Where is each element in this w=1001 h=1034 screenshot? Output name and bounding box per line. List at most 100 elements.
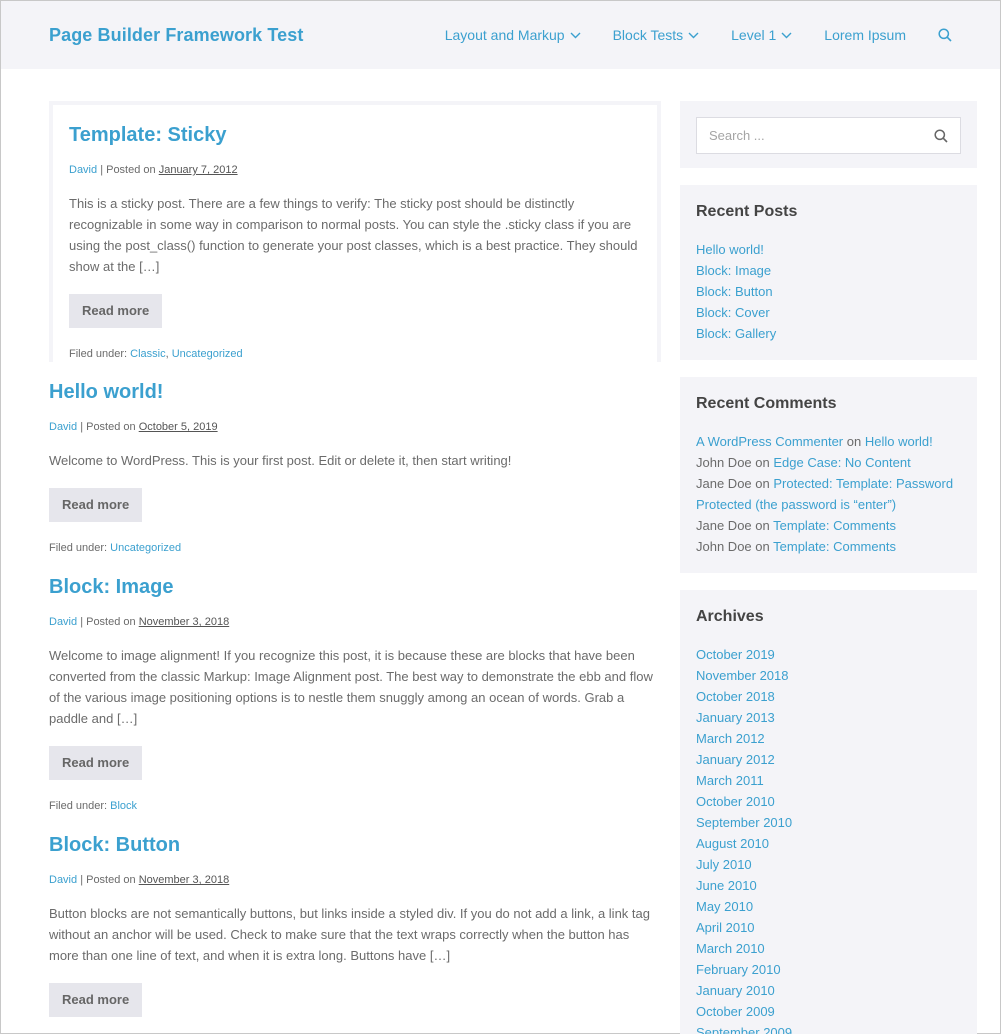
- on-word: on: [755, 518, 770, 533]
- post-title-link[interactable]: Block: Button: [49, 834, 180, 856]
- post-meta: David | Posted on October 5, 2019: [49, 420, 661, 434]
- archive-link[interactable]: August 2010: [696, 836, 769, 851]
- nav-item-label: Level 1: [731, 27, 777, 43]
- nav-item-block-tests[interactable]: Block Tests: [613, 27, 700, 43]
- post-author-link[interactable]: David: [49, 874, 77, 886]
- nav-item-lorem-ipsum[interactable]: Lorem Ipsum: [824, 27, 906, 43]
- archive-link[interactable]: January 2012: [696, 752, 775, 767]
- posted-on-label: | Posted on: [80, 616, 136, 628]
- search-icon[interactable]: [934, 128, 948, 143]
- read-more-button[interactable]: Read more: [49, 488, 143, 522]
- nav-item-label: Lorem Ipsum: [824, 27, 906, 43]
- nav-item-label: Layout and Markup: [444, 27, 565, 43]
- on-word: on: [755, 455, 770, 470]
- archive-link[interactable]: July 2010: [696, 857, 752, 872]
- archive-link[interactable]: March 2011: [696, 773, 764, 788]
- category-link-uncategorized[interactable]: Uncategorized: [110, 542, 181, 554]
- comment-post-link[interactable]: Edge Case: No Content: [773, 455, 910, 470]
- read-more-button[interactable]: Read more: [49, 746, 143, 780]
- archive-link[interactable]: November 2018: [696, 668, 789, 683]
- on-word: on: [755, 539, 770, 554]
- post-title-link[interactable]: Block: Image: [49, 576, 173, 598]
- category-link-block[interactable]: Block: [110, 800, 137, 812]
- archive-link[interactable]: January 2010: [696, 983, 775, 998]
- comment-author: Jane Doe: [696, 518, 752, 533]
- main-content: Template: Sticky David | Posted on Janua…: [49, 101, 661, 1034]
- comment-post-link[interactable]: Hello world!: [865, 434, 933, 449]
- list-item: July 2010: [696, 854, 961, 875]
- list-item: Jane Doe on Template: Comments: [696, 515, 961, 536]
- list-item: Block: Image: [696, 260, 961, 281]
- post-hello-world: Hello world! David | Posted on October 5…: [49, 380, 661, 555]
- nav-item-level-1[interactable]: Level 1: [731, 27, 792, 43]
- posted-on-label: | Posted on: [80, 421, 136, 433]
- post-date-link[interactable]: November 3, 2018: [139, 616, 230, 628]
- list-item: February 2010: [696, 959, 961, 980]
- nav-item-layout-and-markup[interactable]: Layout and Markup: [445, 27, 581, 43]
- recent-comments-widget: Recent Comments A WordPress Commenter on…: [680, 377, 977, 573]
- site-title-link[interactable]: Page Builder Framework Test: [49, 25, 303, 46]
- archive-link[interactable]: March 2012: [696, 731, 765, 746]
- list-item: A WordPress Commenter on Hello world!: [696, 431, 961, 452]
- chevron-down-icon: [781, 32, 792, 38]
- widget-title: Archives: [696, 608, 764, 625]
- comment-post-link[interactable]: Template: Comments: [773, 539, 896, 554]
- category-link-classic[interactable]: Classic: [130, 348, 165, 360]
- comment-author: Jane Doe: [696, 476, 752, 491]
- list-item: October 2009: [696, 1001, 961, 1022]
- on-word: on: [846, 434, 862, 449]
- post-meta: David | Posted on November 3, 2018: [49, 615, 661, 629]
- post-excerpt: This is a sticky post. There are a few t…: [69, 196, 638, 274]
- post-date-link[interactable]: October 5, 2019: [139, 421, 218, 433]
- archive-link[interactable]: May 2010: [696, 899, 753, 914]
- list-item: January 2012: [696, 749, 961, 770]
- post-date-link[interactable]: January 7, 2012: [159, 164, 238, 176]
- comment-post-link[interactable]: Template: Comments: [773, 518, 896, 533]
- archive-link[interactable]: April 2010: [696, 920, 755, 935]
- archive-link[interactable]: January 2013: [696, 710, 775, 725]
- archive-link[interactable]: June 2010: [696, 878, 757, 893]
- post-author-link[interactable]: David: [49, 616, 77, 628]
- archive-link[interactable]: September 2010: [696, 815, 792, 830]
- archive-link[interactable]: March 2010: [696, 941, 765, 956]
- list-item: October 2010: [696, 791, 961, 812]
- main-nav: Layout and Markup Block Tests Level 1 Lo…: [413, 27, 952, 43]
- recent-post-link[interactable]: Block: Gallery: [696, 326, 776, 341]
- list-item: June 2010: [696, 875, 961, 896]
- post-author-link[interactable]: David: [49, 421, 77, 433]
- search-input[interactable]: [709, 128, 909, 143]
- recent-post-link[interactable]: Block: Image: [696, 263, 771, 278]
- archive-link[interactable]: September 2009: [696, 1025, 792, 1034]
- post-title-link[interactable]: Template: Sticky: [69, 124, 226, 146]
- post-author-link[interactable]: David: [69, 164, 97, 176]
- list-item: Block: Cover: [696, 302, 961, 323]
- recent-post-link[interactable]: Block: Button: [696, 284, 773, 299]
- read-more-button[interactable]: Read more: [49, 983, 143, 1017]
- recent-comments-list: A WordPress Commenter on Hello world! Jo…: [696, 431, 961, 557]
- archive-link[interactable]: October 2009: [696, 1004, 775, 1019]
- recent-post-link[interactable]: Hello world!: [696, 242, 764, 257]
- list-item: October 2019: [696, 644, 961, 665]
- post-date-link[interactable]: November 3, 2018: [139, 874, 230, 886]
- comment-author: John Doe: [696, 539, 752, 554]
- recent-posts-widget: Recent Posts Hello world! Block: Image B…: [680, 185, 977, 360]
- on-word: on: [755, 476, 770, 491]
- archive-link[interactable]: October 2019: [696, 647, 775, 662]
- post-title-link[interactable]: Hello world!: [49, 381, 163, 403]
- post-categories: Filed under: Uncategorized: [49, 541, 661, 555]
- archive-link[interactable]: October 2018: [696, 689, 775, 704]
- chevron-down-icon: [570, 32, 581, 38]
- archive-link[interactable]: February 2010: [696, 962, 781, 977]
- post-excerpt: Button blocks are not semantically butto…: [49, 906, 650, 963]
- nav-search-button[interactable]: [938, 28, 952, 42]
- category-link-uncategorized[interactable]: Uncategorized: [172, 348, 243, 360]
- comment-author-link[interactable]: A WordPress Commenter: [696, 434, 843, 449]
- comment-author: John Doe: [696, 455, 752, 470]
- list-item: Block: Button: [696, 281, 961, 302]
- sidebar: Recent Posts Hello world! Block: Image B…: [680, 101, 977, 1034]
- recent-post-link[interactable]: Block: Cover: [696, 305, 770, 320]
- read-more-button[interactable]: Read more: [69, 294, 163, 328]
- list-item: September 2009: [696, 1022, 961, 1034]
- list-item: May 2010: [696, 896, 961, 917]
- archive-link[interactable]: October 2010: [696, 794, 775, 809]
